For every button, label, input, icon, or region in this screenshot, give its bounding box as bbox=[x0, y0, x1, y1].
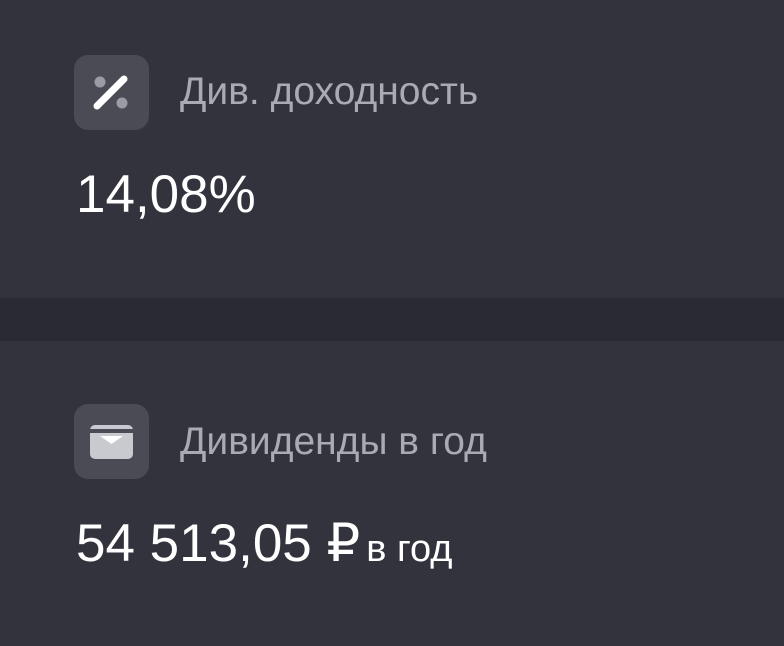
per-year-suffix: в год bbox=[366, 528, 453, 570]
dividend-yield-card: Див. доходность 14,08% bbox=[0, 0, 784, 298]
dividends-per-year-value: 54 513,05 ₽ в год bbox=[76, 517, 452, 570]
dividends-amount: 54 513,05 ₽ bbox=[76, 514, 361, 573]
dividend-yield-value: 14,08% bbox=[76, 165, 256, 224]
percent-icon bbox=[74, 55, 149, 130]
dividend-info-screen: Див. доходность 14,08% Дивиденды в год 5… bbox=[0, 0, 784, 646]
dividend-yield-label: Див. доходность bbox=[180, 70, 479, 113]
dividends-per-year-label: Дивиденды в год bbox=[180, 420, 487, 463]
wallet-icon bbox=[74, 404, 149, 479]
dividends-per-year-card: Дивиденды в год 54 513,05 ₽ в год bbox=[0, 341, 784, 646]
